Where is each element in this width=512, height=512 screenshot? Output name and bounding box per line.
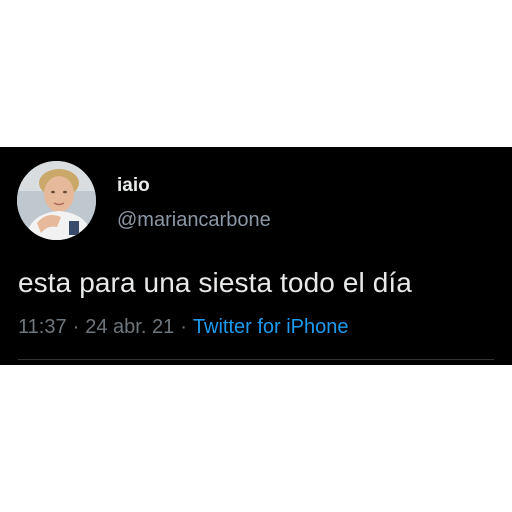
tweet-source-link[interactable]: Twitter for iPhone [193,316,349,338]
divider [18,359,494,360]
profile-photo-avatar-icon [17,161,96,240]
avatar[interactable] [17,161,96,240]
tweet-text: esta para una siesta todo el día [18,267,412,298]
tweet-time[interactable]: 11:37 [18,316,67,338]
meta-separator: · [72,316,80,338]
tweet-date[interactable]: 24 abr. 21 [85,316,174,338]
user-handle[interactable]: @mariancarbone [117,209,271,232]
tweet-card: iaio @mariancarbone esta para una siesta… [0,147,512,365]
meta-separator: · [180,316,187,338]
display-name[interactable]: iaio [117,175,150,197]
tweet-meta: 11:37 · 24 abr. 21 · Twitter for iPhone [18,316,349,339]
